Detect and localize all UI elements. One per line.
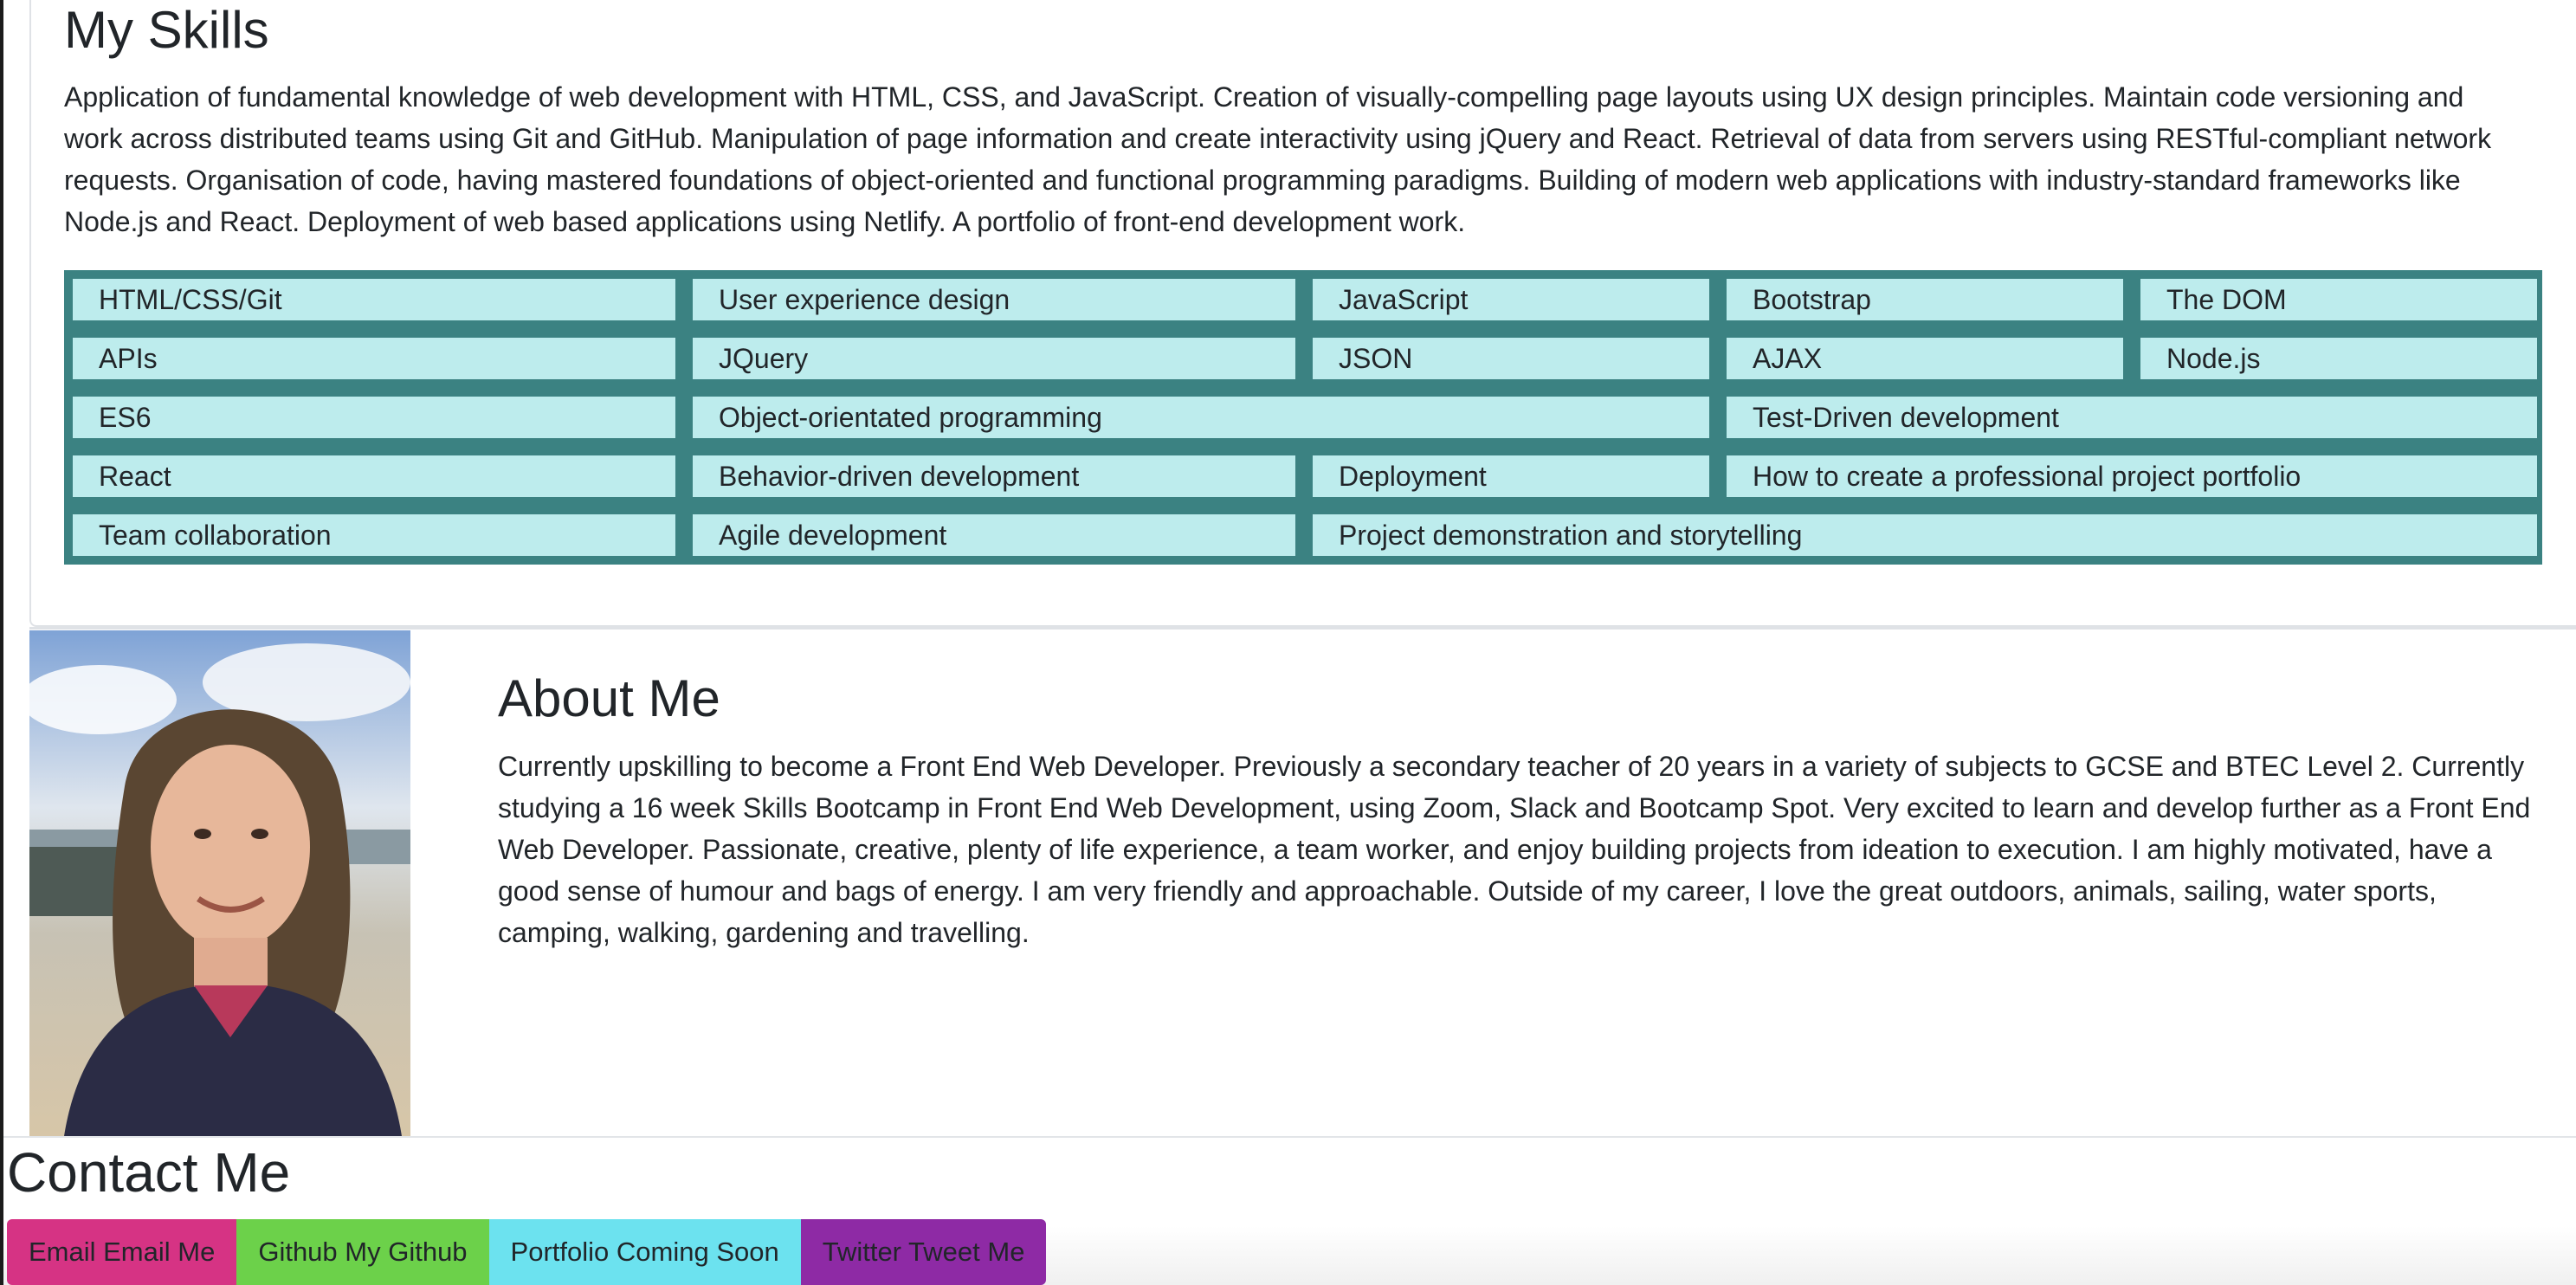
profile-photo-illustration — [29, 630, 410, 1136]
skill-jquery: JQuery — [693, 338, 1295, 379]
skill-agile-development: Agile development — [693, 514, 1295, 556]
contact-button-group: Email Email Me Github My Github Portfoli… — [7, 1219, 1047, 1285]
skill-javascript: JavaScript — [1313, 279, 1709, 320]
skill-apis: APIs — [73, 338, 675, 379]
skill-deployment: Deployment — [1313, 455, 1709, 497]
skill-the-dom: The DOM — [2140, 279, 2537, 320]
contact-title: Contact Me — [7, 1141, 291, 1204]
skill-project-demonstration: Project demonstration and storytelling — [1313, 514, 2537, 556]
skill-react: React — [73, 455, 675, 497]
skill-behavior-driven-development: Behavior-driven development — [693, 455, 1295, 497]
about-description: Currently upskilling to become a Front E… — [498, 751, 2531, 948]
profile-photo — [29, 630, 410, 1136]
skills-title: My Skills — [64, 1, 269, 59]
email-button[interactable]: Email Email Me — [7, 1219, 237, 1285]
skill-team-collaboration: Team collaboration — [73, 514, 675, 556]
skill-project-portfolio: How to create a professional project por… — [1727, 455, 2537, 497]
about-title: About Me — [498, 669, 720, 727]
twitter-button[interactable]: Twitter Tweet Me — [800, 1219, 1047, 1285]
skill-test-driven-development: Test-Driven development — [1727, 397, 2537, 438]
left-edge-rule — [0, 0, 3, 1285]
about-divider — [29, 627, 2576, 630]
skill-object-orientated-programming: Object-orientated programming — [693, 397, 1709, 438]
skill-html-css-git: HTML/CSS/Git — [73, 279, 675, 320]
skill-es6: ES6 — [73, 397, 675, 438]
skill-bootstrap: Bootstrap — [1727, 279, 2123, 320]
skill-ajax: AJAX — [1727, 338, 2123, 379]
skill-nodejs: Node.js — [2140, 338, 2537, 379]
skill-json: JSON — [1313, 338, 1709, 379]
skills-grid: HTML/CSS/Git User experience design Java… — [64, 270, 2542, 565]
portfolio-button[interactable]: Portfolio Coming Soon — [488, 1219, 801, 1285]
github-button[interactable]: Github My Github — [236, 1219, 489, 1285]
skill-user-experience-design: User experience design — [693, 279, 1295, 320]
skills-description: Application of fundamental knowledge of … — [64, 81, 2492, 237]
